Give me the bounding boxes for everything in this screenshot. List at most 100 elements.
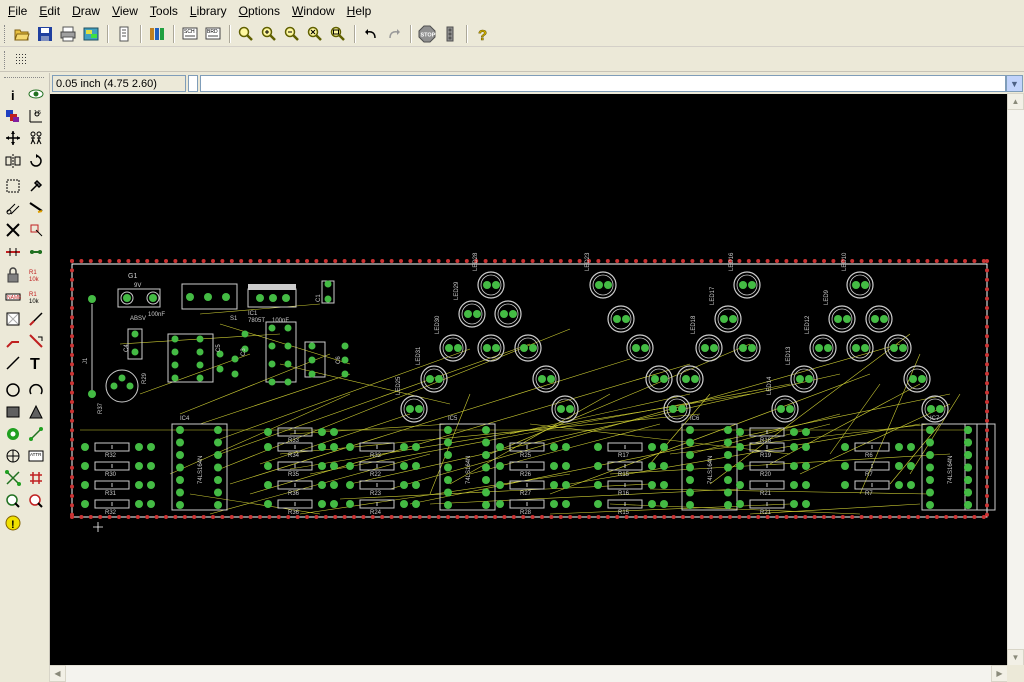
- help-icon[interactable]: ?: [472, 23, 494, 45]
- smash-icon[interactable]: R1 10k: [25, 264, 47, 286]
- route-icon[interactable]: [2, 330, 24, 352]
- pad: [196, 335, 204, 343]
- menu-view[interactable]: View: [106, 2, 144, 20]
- drc-icon[interactable]: [2, 490, 24, 512]
- dimension-dot: [985, 277, 989, 282]
- zoom-in-icon[interactable]: [258, 23, 280, 45]
- split-icon[interactable]: [2, 241, 24, 263]
- horizontal-scrollbar[interactable]: ◀ ▶: [49, 665, 1008, 682]
- autorouter-icon[interactable]: [2, 467, 24, 489]
- undo-icon[interactable]: [360, 23, 382, 45]
- menu-edit[interactable]: Edit: [33, 2, 66, 20]
- group-icon[interactable]: [2, 175, 24, 197]
- dimension-dot: [985, 456, 989, 461]
- wire-draw-icon[interactable]: [2, 352, 24, 374]
- dimension-dot: [718, 259, 723, 263]
- schematic-icon[interactable]: SCH: [179, 23, 201, 45]
- board-drawing[interactable]: G19VABSV100nFS1IC17805T 100nFC1J1R29R37C4…: [50, 94, 1007, 665]
- redraw-icon[interactable]: [304, 23, 326, 45]
- zoom-out-icon[interactable]: [281, 23, 303, 45]
- ratsnest-icon[interactable]: [2, 308, 24, 330]
- zoom-select-icon[interactable]: [327, 23, 349, 45]
- display-icon[interactable]: [2, 105, 24, 127]
- silkscreen-label: R35: [288, 472, 300, 478]
- menu-window[interactable]: Window: [286, 2, 341, 20]
- library-icon[interactable]: [146, 23, 168, 45]
- menu-file[interactable]: File: [2, 2, 33, 20]
- mirror-icon[interactable]: [2, 150, 24, 172]
- scroll-right-icon[interactable]: ▶: [991, 665, 1008, 682]
- save-icon[interactable]: [34, 23, 56, 45]
- polygon-icon[interactable]: [25, 401, 47, 423]
- script-icon[interactable]: [113, 23, 135, 45]
- grid-editor-icon[interactable]: [25, 467, 47, 489]
- circle-icon[interactable]: [2, 379, 24, 401]
- mark-icon[interactable]: 1.5: [25, 105, 47, 127]
- rect-icon[interactable]: [2, 401, 24, 423]
- pad: [444, 451, 452, 459]
- pad: [176, 501, 184, 509]
- dimension-dot: [985, 512, 989, 517]
- menu-help[interactable]: Help: [341, 2, 378, 20]
- command-input[interactable]: [200, 75, 1006, 92]
- menu-tools[interactable]: Tools: [144, 2, 184, 20]
- stop-icon[interactable]: STOP: [416, 23, 438, 45]
- copy-icon[interactable]: [25, 127, 47, 149]
- value-icon[interactable]: R1 10k: [25, 286, 47, 308]
- miter-icon[interactable]: [25, 197, 47, 219]
- board-icon[interactable]: BRD: [202, 23, 224, 45]
- errors-icon[interactable]: !: [2, 512, 24, 534]
- board-canvas[interactable]: G1 9V ABSV 100nF S1 IC1 7805T 100nF C1 J1 R29 R37 C4…: [50, 94, 1007, 665]
- dimension-dot: [333, 515, 338, 519]
- lock-icon[interactable]: [2, 264, 24, 286]
- dimension-dot: [70, 324, 74, 329]
- redo-icon[interactable]: [383, 23, 405, 45]
- grid-icon[interactable]: [11, 49, 33, 71]
- svg-text:?: ?: [478, 27, 487, 42]
- print-icon[interactable]: [57, 23, 79, 45]
- pad: [341, 342, 349, 350]
- arc-icon[interactable]: [25, 379, 47, 401]
- toolbar-separator: [229, 24, 231, 43]
- dimension-dot: [577, 259, 582, 263]
- scroll-left-icon[interactable]: ◀: [49, 665, 66, 682]
- optimize-icon[interactable]: [25, 241, 47, 263]
- go-icon[interactable]: [439, 23, 461, 45]
- toolbar-grip[interactable]: [4, 24, 7, 43]
- dimension-dot: [793, 515, 798, 519]
- move-icon[interactable]: [2, 127, 24, 149]
- ripup-icon[interactable]: [25, 330, 47, 352]
- show-icon[interactable]: [25, 83, 47, 105]
- signal-icon[interactable]: [25, 423, 47, 445]
- scroll-up-icon[interactable]: ▲: [1007, 93, 1024, 110]
- via-icon[interactable]: [2, 423, 24, 445]
- rotate-icon[interactable]: [25, 150, 47, 172]
- hole-icon[interactable]: [2, 445, 24, 467]
- wire-icon[interactable]: [25, 308, 47, 330]
- text-icon[interactable]: T: [25, 352, 47, 374]
- menu-draw[interactable]: Draw: [66, 2, 106, 20]
- add-icon[interactable]: [25, 219, 47, 241]
- command-history-dropdown[interactable]: ▼: [1006, 75, 1023, 92]
- name-icon[interactable]: NAME: [2, 286, 24, 308]
- open-icon[interactable]: [11, 23, 33, 45]
- vertical-scrollbar[interactable]: ▲ ▼: [1007, 93, 1024, 666]
- paste-icon[interactable]: [2, 197, 24, 219]
- change-icon[interactable]: [25, 175, 47, 197]
- zoom-fit-icon[interactable]: [235, 23, 257, 45]
- pad: [802, 428, 810, 436]
- delete-icon[interactable]: [2, 219, 24, 241]
- toolbar-grip[interactable]: [4, 50, 7, 69]
- cam-processor-icon[interactable]: [80, 23, 102, 45]
- erc-icon[interactable]: [25, 490, 47, 512]
- pad: [482, 451, 490, 459]
- info-icon[interactable]: i: [2, 83, 24, 105]
- silkscreen-label: R16: [618, 491, 630, 497]
- menu-options[interactable]: Options: [233, 2, 286, 20]
- toolbar-grip[interactable]: [4, 77, 44, 80]
- dimension-dot: [878, 259, 883, 263]
- dimension-dot: [88, 515, 93, 519]
- menu-library[interactable]: Library: [184, 2, 233, 20]
- attribute-icon[interactable]: ATTR: [25, 445, 47, 467]
- scroll-down-icon[interactable]: ▼: [1007, 649, 1024, 666]
